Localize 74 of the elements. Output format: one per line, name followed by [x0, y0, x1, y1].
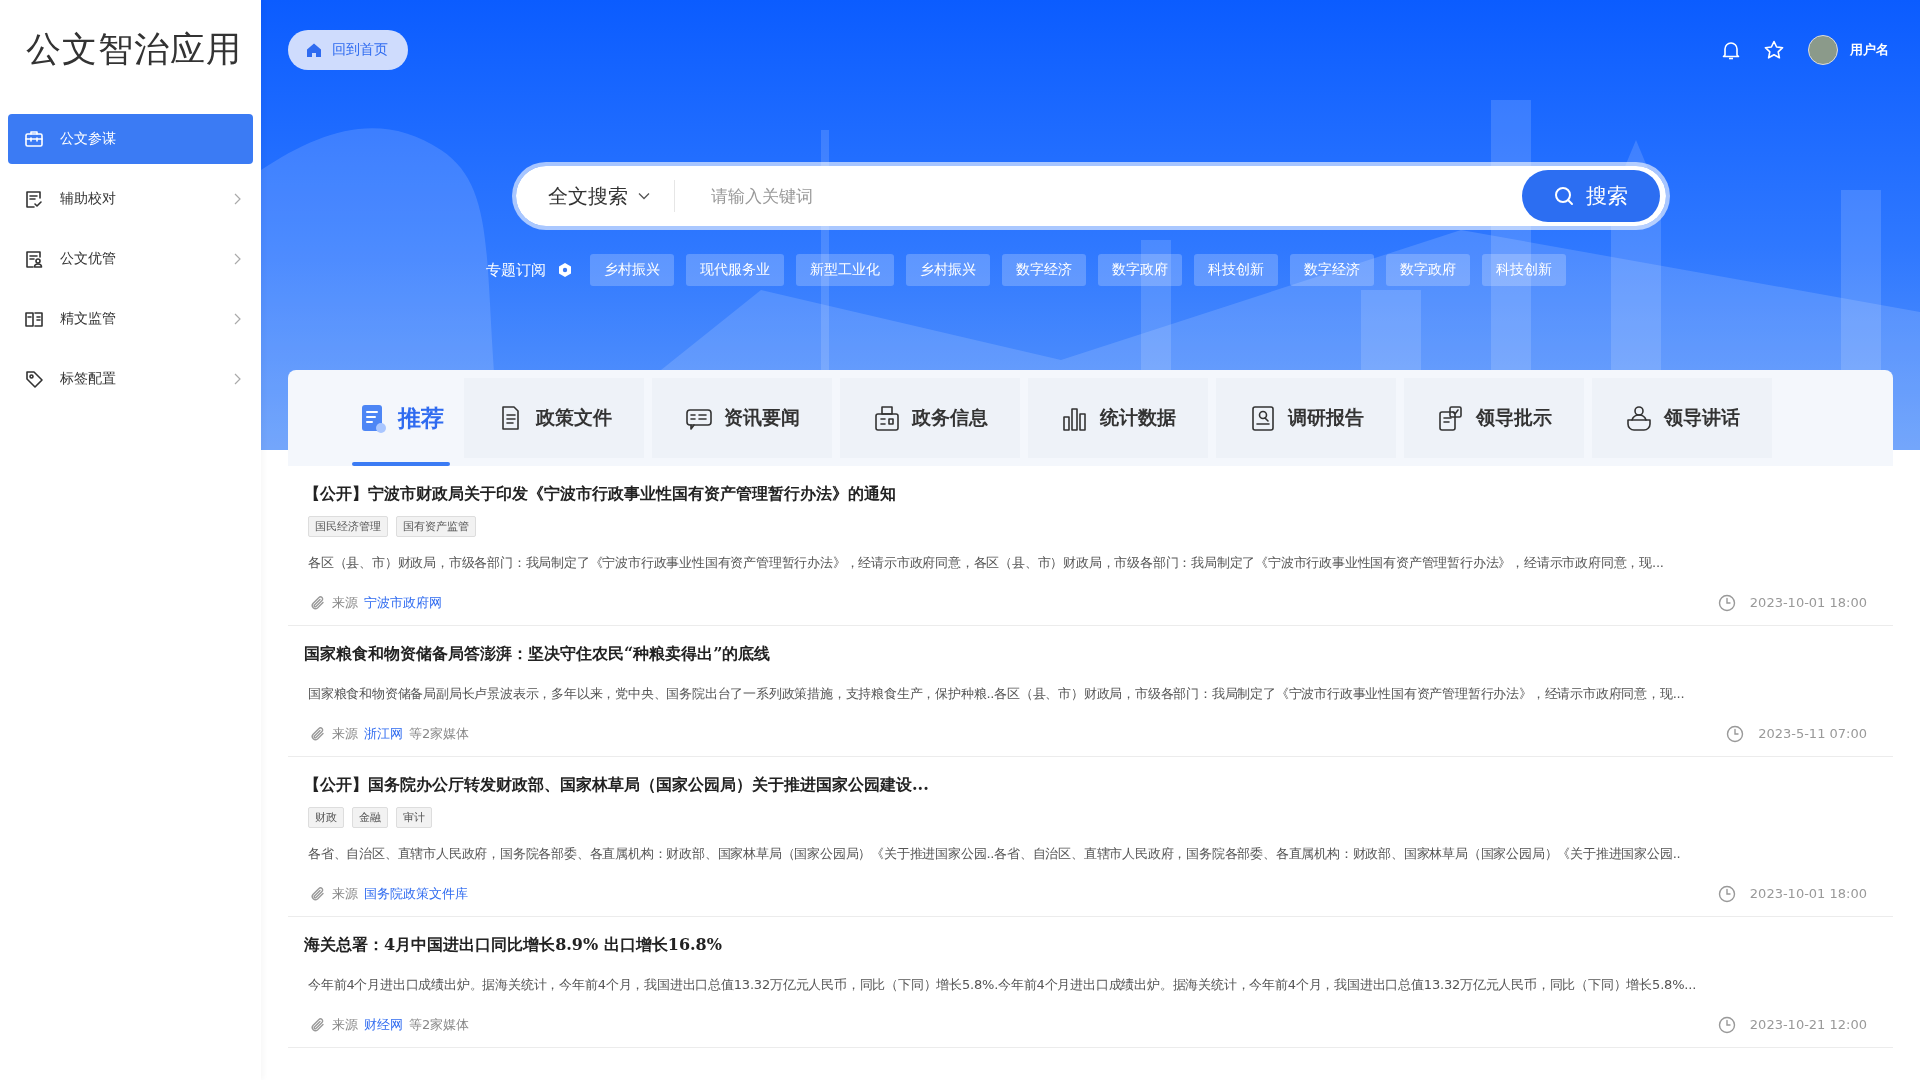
clock-icon — [1717, 594, 1736, 612]
document-person-icon — [24, 249, 44, 269]
article-summary: 今年前4个月进出口成绩出炉。据海关统计，今年前4个月，我国进出口总值13.32万亿元人民币，同比（下同）增长5.8%.今年前4个月进出口成绩出炉。据海关统计，今年前4个月，我国进出口总值13.32万亿元人民币，同比（下同）增长5.8%... — [307, 976, 1698, 994]
topic-tag[interactable]: 数字经济 — [1002, 254, 1086, 286]
document-check-icon — [24, 189, 44, 209]
source-label: 来源 — [332, 594, 358, 612]
clock-icon — [1717, 885, 1736, 903]
topic-tag[interactable]: 乡村振兴 — [906, 254, 990, 286]
topic-tag[interactable]: 乡村振兴 — [590, 254, 674, 286]
home-button[interactable]: 回到首页 — [288, 30, 408, 70]
hexagon-icon[interactable] — [558, 262, 572, 278]
topic-tag[interactable]: 现代服务业 — [686, 254, 784, 286]
article-title[interactable]: 【公开】国务院办公厅转发财政部、国家林草局（国家公园局）关于推进国家公园建设... — [304, 771, 1877, 799]
tag: 审计 — [396, 807, 432, 828]
source-count: 等2家媒体 — [409, 725, 470, 743]
article-summary: 各区（县、市）财政局，市级各部门：我局制定了《宁波市行政事业性国有资产管理暂行办法》，经请示市政府同意，各区（县、市）财政局，市级各部门：我局制定了《宁波市行政事业性国有资产管理暂行办法》，经请示市政府同意，现... — [307, 554, 1665, 572]
person-icon — [1624, 403, 1654, 433]
source-label: 来源 — [332, 725, 358, 743]
tag: 国民经济管理 — [308, 516, 388, 537]
article-title[interactable]: 【公开】宁波市财政局关于印发《宁波市行政事业性国有资产管理暂行办法》的通知 — [304, 480, 1877, 508]
topic-tag[interactable]: 数字政府 — [1098, 254, 1182, 286]
paperclip-icon — [310, 1017, 326, 1033]
printer-icon — [872, 403, 902, 433]
search-icon — [1553, 186, 1574, 206]
publish-time: 2023-10-21 12:00 — [1749, 1016, 1867, 1034]
tag: 财政 — [308, 807, 344, 828]
publish-time: 2023-5-11 07:00 — [1758, 725, 1867, 743]
tab[interactable]: 资讯要闻 — [652, 378, 832, 458]
sidebar-item[interactable]: 公文优管 — [8, 234, 253, 284]
sidebar-item[interactable]: 公文参谋 — [8, 114, 253, 164]
topic-tag[interactable]: 数字经济 — [1290, 254, 1374, 286]
paperclip-icon — [310, 886, 326, 902]
app-title: 公文智治应用 — [25, 28, 243, 71]
search-button[interactable]: 搜索 — [1521, 170, 1660, 222]
briefcase-icon — [24, 129, 44, 149]
topic-tag[interactable]: 科技创新 — [1194, 254, 1278, 286]
tag-icon — [24, 369, 44, 389]
sidebar-item[interactable]: 精文监管 — [8, 294, 253, 344]
source-label: 来源 — [332, 885, 358, 903]
chevron-down-icon — [637, 192, 650, 200]
star-icon[interactable] — [1764, 40, 1784, 60]
book-icon — [24, 309, 44, 329]
clock-icon — [1726, 725, 1745, 743]
tab[interactable]: 政策文件 — [464, 378, 644, 458]
sidebar-item[interactable]: 辅助校对 — [8, 174, 253, 224]
article-summary: 各省、自治区、直辖市人民政府，国务院各部委、各直属机构：财政部、国家林草局（国家公园局）《关于推进国家公园..各省、自治区、直辖市人民政府，国务院各部委、各直属机构：财政部、国家林草局（国家公园局）《关于推进国家公园.. — [307, 845, 1682, 863]
source-link[interactable]: 国务院政策文件库 — [364, 884, 468, 904]
source-count: 等2家媒体 — [409, 1016, 470, 1034]
article-title[interactable]: 海关总署：4月中国进出口同比增长8.9% 出口增长16.8% — [304, 931, 1877, 959]
tab[interactable]: 领导批示 — [1404, 378, 1584, 458]
subscription-label: 专题订阅 — [486, 260, 546, 280]
paperclip-icon — [310, 595, 326, 611]
source-link[interactable]: 财经网 — [364, 1015, 403, 1035]
tab[interactable]: 统计数据 — [1028, 378, 1208, 458]
publish-time: 2023-10-01 18:00 — [1749, 594, 1867, 612]
source-link[interactable]: 浙江网 — [364, 724, 403, 744]
clock-icon — [1717, 1016, 1736, 1034]
paperclip-icon — [310, 726, 326, 742]
tag: 国有资产监管 — [396, 516, 476, 537]
user-name[interactable]: 用户名 — [1850, 41, 1889, 59]
tag: 金融 — [352, 807, 388, 828]
article-title[interactable]: 国家粮食和物资储备局答澎湃：坚决守住农民“种粮卖得出”的底线 — [304, 640, 1877, 668]
publish-time: 2023-10-01 18:00 — [1749, 885, 1867, 903]
tab[interactable]: 调研报告 — [1216, 378, 1396, 458]
sidebar-item[interactable]: 标签配置 — [8, 354, 253, 404]
source-label: 来源 — [332, 1016, 358, 1034]
home-icon — [306, 42, 322, 58]
search-scope-dropdown[interactable]: 全文搜索 — [541, 181, 656, 211]
tab[interactable]: 领导讲话 — [1592, 378, 1772, 458]
article-summary: 国家粮食和物资储备局副局长卢景波表示，多年以来，党中央、国务院出台了一系列政策措施，支持粮食生产，保护种粮..各区（县、市）财政局，市级各部门：我局制定了《宁波市行政事业性国有资产管理暂行办法》，经请示市政府同意，现... — [307, 685, 1686, 703]
tab[interactable]: 政务信息 — [840, 378, 1020, 458]
source-link[interactable]: 宁波市政府网 — [364, 593, 442, 613]
bell-icon[interactable] — [1722, 40, 1740, 60]
topic-tag[interactable]: 新型工业化 — [796, 254, 894, 286]
